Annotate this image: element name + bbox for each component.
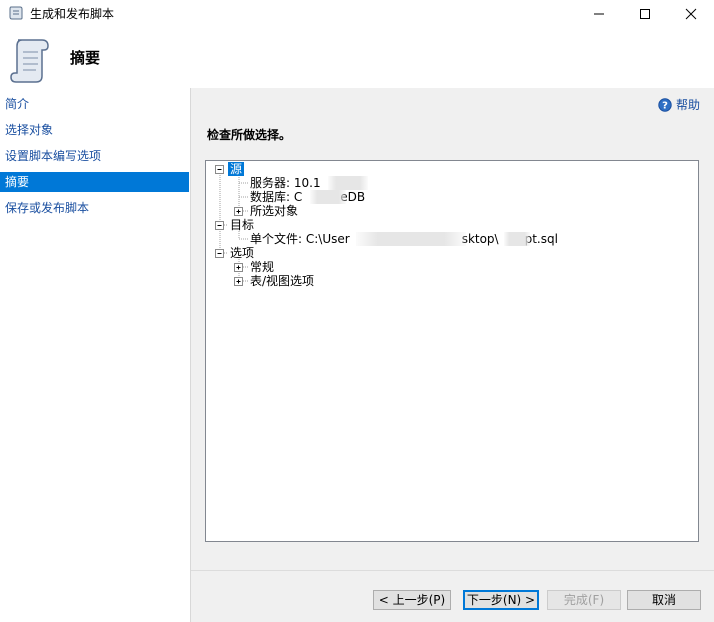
cancel-button[interactable]: 取消 [627, 590, 701, 610]
finish-button[interactable]: 完成(F) [547, 590, 621, 610]
redacted-blur [328, 176, 368, 190]
tree-node-target[interactable]: 目标 [230, 218, 254, 232]
script-scroll-icon [10, 39, 49, 83]
tree-node-database[interactable]: 数据库: CeDB [250, 190, 365, 204]
wizard-content: ? 帮助 检查所做选择。 源 服务器: 10.1 数据库: C eDB 所选对象… [191, 88, 714, 622]
sidebar-item-scripting-options[interactable]: 设置脚本编写选项 [0, 146, 189, 166]
collapse-source-icon[interactable] [215, 165, 224, 174]
sidebar-item-summary[interactable]: 摘要 [0, 172, 189, 192]
summary-tree[interactable]: 源 服务器: 10.1 数据库: CeDB 所选对象 目标 单个文件: C:\U… [205, 160, 699, 542]
tree-node-server[interactable]: 服务器: 10.1 [250, 176, 321, 190]
sidebar-item-intro[interactable]: 简介 [0, 94, 189, 114]
plus-icon [236, 279, 241, 284]
tree-node-source[interactable]: 源 [228, 162, 245, 176]
help-link[interactable]: ? 帮助 [658, 96, 700, 113]
svg-text:?: ? [662, 100, 668, 111]
expand-table-view-options-icon[interactable] [234, 277, 243, 286]
close-icon [685, 8, 697, 20]
minimize-icon [594, 13, 604, 15]
generate-scripts-window: 生成和发布脚本 摘要 简介 选择对象 设置脚本编写选项 摘要 保存或发布脚本 ?… [0, 0, 714, 622]
help-label: 帮助 [675, 98, 700, 112]
minus-icon [217, 225, 222, 226]
maximize-button[interactable] [622, 0, 668, 28]
footer-divider [191, 570, 714, 571]
expand-selected-objects-icon[interactable] [234, 207, 243, 216]
collapse-options-icon[interactable] [215, 249, 224, 258]
previous-button[interactable]: < 上一步(P) [373, 590, 451, 610]
next-button[interactable]: 下一步(N) > [463, 590, 539, 610]
script-scroll-icon [9, 6, 23, 20]
title-bar: 生成和发布脚本 [0, 0, 714, 28]
tree-node-options[interactable]: 选项 [230, 246, 254, 260]
redacted-blur [356, 232, 466, 246]
wizard-header: 摘要 [0, 28, 714, 89]
redacted-blur [310, 190, 346, 204]
maximize-icon [640, 9, 650, 19]
page-title: 摘要 [70, 49, 101, 67]
sidebar-item-save-or-publish[interactable]: 保存或发布脚本 [0, 198, 189, 218]
tree-node-table-view-options[interactable]: 表/视图选项 [250, 274, 314, 288]
tree-node-selected-objects[interactable]: 所选对象 [250, 204, 298, 218]
redacted-blur [504, 232, 530, 246]
help-icon: ? [658, 97, 672, 112]
minimize-button[interactable] [576, 0, 622, 28]
tree-node-general[interactable]: 常规 [250, 260, 274, 274]
window-title: 生成和发布脚本 [30, 7, 115, 21]
close-button[interactable] [668, 0, 714, 28]
expand-general-icon[interactable] [234, 263, 243, 272]
minus-icon [217, 253, 222, 254]
wizard-sidebar: 简介 选择对象 设置脚本编写选项 摘要 保存或发布脚本 [0, 88, 191, 622]
plus-icon [236, 265, 241, 270]
collapse-target-icon[interactable] [215, 221, 224, 230]
minus-icon [217, 169, 222, 170]
section-title: 检查所做选择。 [207, 128, 292, 142]
sidebar-item-choose-objects[interactable]: 选择对象 [0, 120, 189, 140]
plus-icon [236, 209, 241, 214]
